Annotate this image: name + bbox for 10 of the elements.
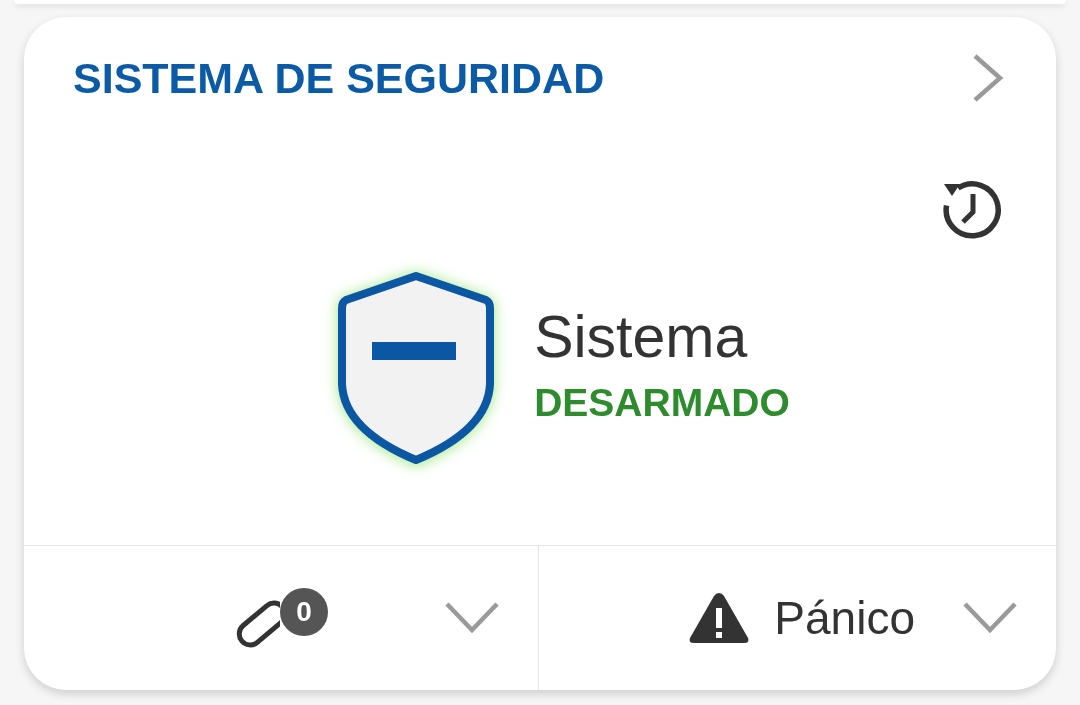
panic-label[interactable]: Pánico [774,590,915,646]
system-label: Sistema [534,303,749,372]
history-icon[interactable] [940,178,1002,240]
chevron-down-icon[interactable] [963,602,1017,634]
chevron-right-icon[interactable] [972,54,1004,102]
system-state: DESARMADO [534,380,790,426]
chevron-down-icon[interactable] [445,602,499,634]
card-title: SISTEMA DE SEGURIDAD [73,53,605,103]
count-badge: 0 [280,588,328,636]
warning-icon [688,590,751,646]
